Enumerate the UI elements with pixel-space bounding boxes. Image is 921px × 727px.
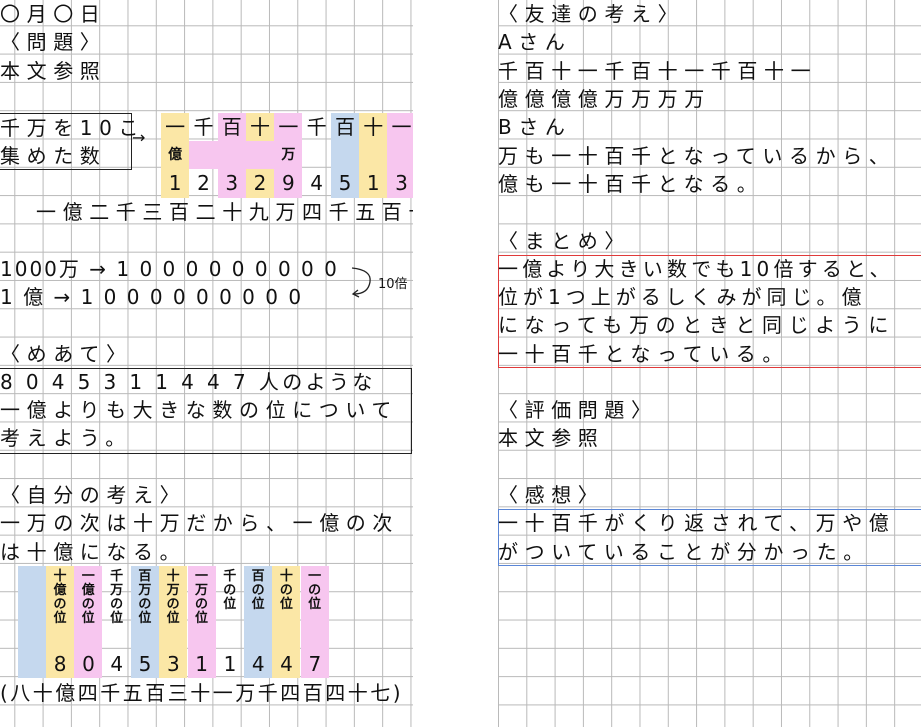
curved-arrow-icon bbox=[351, 267, 371, 298]
lead-column bbox=[17, 566, 46, 678]
digit-cell: 1 bbox=[366, 171, 380, 195]
place-header-cell: 一 bbox=[278, 115, 299, 139]
digit-cell: 1 bbox=[168, 171, 182, 195]
reading-line-2: (八十億四千五百三十一万千四百四十七) bbox=[0, 681, 404, 705]
date-line: 〇月〇日 bbox=[0, 2, 107, 26]
kansou-heading: 〈感想〉 bbox=[498, 483, 605, 507]
oku-label: 億 bbox=[168, 147, 183, 163]
digit-cell: 4 bbox=[310, 171, 324, 195]
meate-line-1: 8 0 4 5 3 1 1 4 4 7 人のような bbox=[0, 370, 376, 394]
digit-cell-2: 0 bbox=[82, 652, 95, 676]
digit-cell-2: 5 bbox=[138, 652, 152, 676]
digit-cell: 3 bbox=[225, 171, 239, 195]
right-notebook-page: 〈友達の考え〉 Aさん 千百十一千百十一千百十一 億億億億万万万万 Bさん 万も… bbox=[498, 0, 921, 727]
place-header-cell: 千 bbox=[193, 115, 214, 139]
equation-senman-left: 1000万 bbox=[0, 257, 81, 281]
equation-ichioku-right: 1 0 0 0 0 0 0 0 0 0 bbox=[80, 285, 304, 309]
hyouka-body: 本文参照 bbox=[498, 426, 605, 450]
times-ten-label: 10倍 bbox=[378, 277, 408, 292]
digit-cell-2: 8 bbox=[53, 652, 67, 676]
mondai-heading: 〈問題〉 bbox=[0, 30, 107, 54]
left-notebook-page: 〇月〇日 〈問題〉 本文参照 千万を10こ 集めた数 → 一 1 千 2 百 3 十 2 一 9 千… bbox=[0, 0, 413, 727]
senman-box-text-1: 千万を10こ bbox=[0, 116, 146, 140]
digit-cell: 9 bbox=[281, 171, 295, 195]
place-header-cell: 一 bbox=[165, 115, 186, 139]
meate-heading: 〈めあて〉 bbox=[0, 342, 133, 366]
digit-cell-2: 1 bbox=[195, 652, 209, 676]
digit-cell-2: 3 bbox=[166, 652, 180, 676]
senman-box-text-2: 集めた数 bbox=[0, 144, 107, 168]
mondai-body: 本文参照 bbox=[0, 59, 107, 83]
place-header-cell: 十 bbox=[250, 115, 271, 139]
place-header-cell: 百 bbox=[221, 115, 242, 139]
arrow-right-icon: → bbox=[132, 128, 146, 147]
equation-senman-right: 1 0 0 0 0 0 0 0 0 0 bbox=[116, 257, 339, 281]
digit-cell-2: 4 bbox=[110, 652, 124, 676]
a-san-line-1: 千百十一千百十一千百十一 bbox=[498, 59, 818, 83]
kansou-line-2: がついていることが分かった。 bbox=[498, 540, 870, 564]
place-header-cell: 千 bbox=[306, 115, 327, 139]
reading-line: 一億二千三百二十九万四千五百十三 bbox=[36, 200, 413, 224]
digit-cell: 5 bbox=[338, 171, 352, 195]
kansou-line-1: 一十百千がくり返されて、万や億 bbox=[498, 511, 896, 535]
jibun-heading: 〈自分の考え〉 bbox=[0, 483, 187, 507]
a-san-label: Aさん bbox=[498, 30, 572, 54]
jibun-line-2: は十億になる。 bbox=[0, 540, 187, 564]
digit-cell: 2 bbox=[253, 171, 267, 195]
b-san-line-2: 億も一十百千となる。 bbox=[498, 172, 764, 196]
digit-cell-2: 7 bbox=[308, 652, 322, 676]
meate-line-3: 考えよう。 bbox=[0, 426, 132, 450]
matome-heading: 〈まとめ〉 bbox=[498, 229, 631, 253]
equation-ichioku: 1 億 → 1 0 0 0 0 0 0 0 0 0 bbox=[0, 285, 304, 309]
b-san-label: Bさん bbox=[498, 115, 572, 139]
digit-cell-2: 4 bbox=[251, 652, 265, 676]
meate-line-2: 一億よりも大きな数の位について bbox=[0, 398, 398, 422]
equation-senman: 1000万 → 1 0 0 0 0 0 0 0 0 0 bbox=[0, 257, 339, 281]
matome-line-3: になっても万のときと同じように bbox=[498, 313, 895, 337]
digit-cell-2: 1 bbox=[223, 652, 237, 676]
matome-line-2: 位が1つ上がるしくみが同じ。億 bbox=[498, 285, 867, 309]
jibun-line-1: 一万の次は十万だから、一億の次 bbox=[0, 511, 399, 535]
equation-ichioku-left: 1 億 bbox=[0, 285, 46, 309]
a-san-line-2: 億億億億万万万万 bbox=[498, 87, 711, 111]
matome-line-4: 一十百千となっている。 bbox=[498, 342, 789, 366]
digit-cell: 3 bbox=[395, 171, 408, 195]
place-header-cell: 百 bbox=[334, 115, 355, 139]
place-header-cell: 十 bbox=[363, 115, 384, 139]
tomodachi-heading: 〈友達の考え〉 bbox=[498, 2, 685, 26]
place-header-cell: 一 bbox=[391, 115, 412, 139]
matome-line-1: 一億より大きい数でも10倍すると、 bbox=[498, 257, 894, 281]
man-label: 万 bbox=[281, 147, 296, 163]
digit-cell-2: 4 bbox=[280, 652, 293, 676]
b-san-line-1: 万も一十百千となっているから、 bbox=[498, 144, 896, 168]
digit-cell: 2 bbox=[197, 171, 210, 195]
hyouka-heading: 〈評価問題〉 bbox=[498, 398, 658, 422]
